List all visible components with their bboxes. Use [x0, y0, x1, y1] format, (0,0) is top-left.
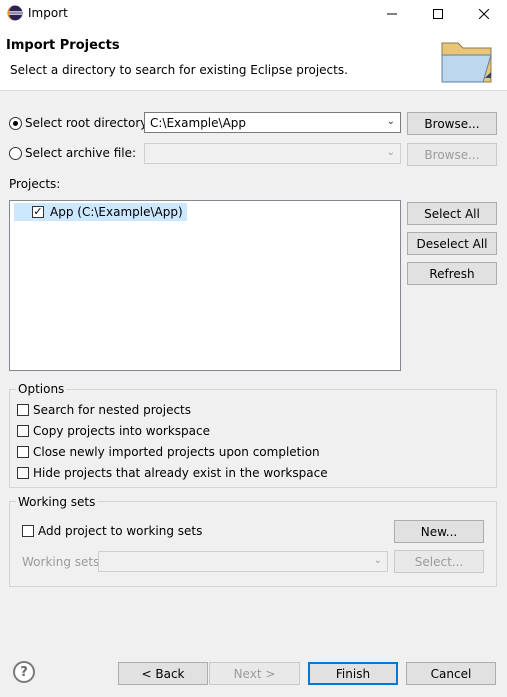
cancel-button[interactable]: Cancel	[406, 662, 496, 685]
browse-archive-button[interactable]: Browse...	[407, 143, 497, 166]
maximize-icon	[433, 8, 443, 19]
next-button[interactable]: Next >	[209, 662, 300, 685]
browse-root-button[interactable]: Browse...	[407, 112, 497, 135]
project-label: App (C:\Example\App)	[50, 205, 183, 219]
option-close-imported[interactable]: Close newly imported projects upon compl…	[17, 445, 320, 459]
wizard-header: Import Projects Select a directory to se…	[0, 27, 507, 91]
archive-file-radio[interactable]	[9, 147, 22, 160]
maximize-button[interactable]	[415, 0, 461, 27]
folder-icon	[441, 42, 492, 83]
chevron-down-icon: ⌄	[373, 555, 382, 566]
help-icon[interactable]: ?	[13, 661, 35, 683]
option-label: Search for nested projects	[33, 403, 192, 417]
working-sets-combo[interactable]: ⌄	[98, 551, 388, 572]
add-to-working-sets-label: Add project to working sets	[38, 524, 203, 538]
minimize-button[interactable]	[369, 0, 415, 27]
add-to-working-sets-checkbox[interactable]	[22, 525, 34, 537]
option-label: Copy projects into workspace	[33, 424, 211, 438]
project-checkbox[interactable]	[32, 206, 44, 218]
new-working-set-button[interactable]: New...	[394, 520, 484, 543]
option-label: Hide projects that already exist in the …	[33, 466, 328, 480]
working-sets-group	[9, 501, 497, 587]
options-title: Options	[16, 382, 67, 396]
close-button[interactable]	[461, 0, 507, 27]
option-label: Close newly imported projects upon compl…	[33, 445, 320, 459]
hide-existing-checkbox[interactable]	[17, 467, 29, 479]
working-sets-title: Working sets	[16, 495, 98, 509]
finish-button[interactable]: Finish	[308, 662, 398, 685]
refresh-button[interactable]: Refresh	[407, 262, 497, 285]
window-title: Import	[28, 6, 68, 20]
eclipse-icon	[7, 5, 23, 21]
root-directory-label: Select root directory:	[25, 116, 151, 130]
select-working-set-button[interactable]: Select...	[394, 550, 484, 573]
add-to-working-sets[interactable]: Add project to working sets	[22, 524, 202, 538]
option-copy-into-workspace[interactable]: Copy projects into workspace	[17, 424, 210, 438]
option-hide-existing[interactable]: Hide projects that already exist in the …	[17, 466, 328, 480]
chevron-down-icon: ⌄	[386, 116, 395, 127]
list-item[interactable]: App (C:\Example\App)	[14, 203, 187, 221]
close-imported-checkbox[interactable]	[17, 446, 29, 458]
projects-label: Projects:	[9, 177, 61, 191]
working-sets-label: Working sets:	[22, 555, 104, 569]
close-icon	[479, 8, 489, 19]
chevron-down-icon: ⌄	[386, 147, 395, 158]
page-title: Import Projects	[6, 38, 120, 53]
copy-into-workspace-checkbox[interactable]	[17, 425, 29, 437]
select-all-button[interactable]: Select All	[407, 202, 497, 225]
archive-file-label: Select archive file:	[25, 146, 137, 160]
root-directory-radio[interactable]	[9, 117, 22, 130]
title-bar: Import	[0, 0, 507, 27]
option-nested-projects[interactable]: Search for nested projects	[17, 403, 191, 417]
projects-list[interactable]: App (C:\Example\App)	[9, 200, 401, 371]
root-directory-value: C:\Example\App	[150, 116, 247, 130]
minimize-icon	[387, 13, 397, 14]
back-button[interactable]: < Back	[118, 662, 208, 685]
page-description: Select a directory to search for existin…	[10, 63, 348, 77]
nested-projects-checkbox[interactable]	[17, 404, 29, 416]
root-directory-combo[interactable]: C:\Example\App ⌄	[144, 112, 401, 133]
archive-file-combo[interactable]: ⌄	[144, 143, 401, 164]
deselect-all-button[interactable]: Deselect All	[407, 232, 497, 255]
